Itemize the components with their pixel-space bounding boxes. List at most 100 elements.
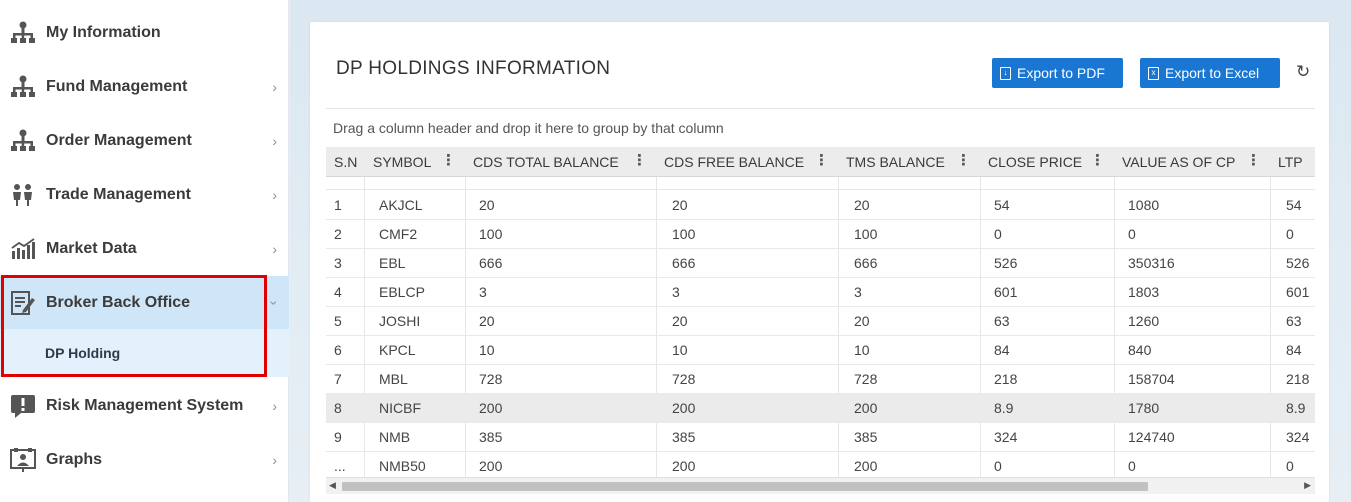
sidebar-item-my-information[interactable]: My Information bbox=[0, 6, 289, 60]
cell-ltp: 0 bbox=[1286, 226, 1294, 242]
cell-value-as-of-cp: 1803 bbox=[1128, 284, 1160, 300]
column-header-cds-free-balance[interactable]: CDS FREE BALANCE bbox=[664, 147, 804, 177]
column-header-sn[interactable]: S.N bbox=[334, 147, 357, 177]
cell-cds-total-balance: 10 bbox=[479, 342, 495, 358]
table-row[interactable]: 5 JOSHI 20 20 20 63 1260 63 bbox=[326, 307, 1315, 336]
cell-symbol: NICBF bbox=[379, 400, 421, 416]
sidebar-item-graphs[interactable]: Graphs › bbox=[0, 433, 289, 487]
sidebar-item-label: Risk Management System bbox=[46, 397, 244, 414]
cell-ltp: 601 bbox=[1286, 284, 1310, 300]
people-icon bbox=[10, 182, 36, 208]
cell-ltp: 84 bbox=[1286, 342, 1302, 358]
scroll-left-icon[interactable]: ◀ bbox=[329, 480, 336, 491]
cell-value-as-of-cp: 0 bbox=[1128, 226, 1136, 242]
column-header-close-price[interactable]: CLOSE PRICE bbox=[988, 147, 1082, 177]
cell-sn: 7 bbox=[334, 371, 342, 387]
cell-close-price: 8.9 bbox=[994, 400, 1014, 416]
bar-chart-icon bbox=[10, 236, 36, 262]
cell-cds-free-balance: 10 bbox=[672, 342, 688, 358]
cell-sn: 4 bbox=[334, 284, 342, 300]
cell-value-as-of-cp: 1780 bbox=[1128, 400, 1160, 416]
cell-close-price: 218 bbox=[994, 371, 1018, 387]
export-excel-button[interactable]: x Export to Excel bbox=[1140, 58, 1280, 88]
column-menu-icon[interactable]: ⋮ bbox=[814, 147, 829, 175]
table-row[interactable]: 9 NMB 385 385 385 324 124740 324 bbox=[326, 423, 1315, 452]
table-row[interactable]: 4 EBLCP 3 3 3 601 1803 601 bbox=[326, 278, 1315, 307]
cell-tms-balance: 200 bbox=[854, 400, 878, 416]
column-header-ltp[interactable]: LTP bbox=[1278, 147, 1303, 177]
cell-tms-balance: 3 bbox=[854, 284, 862, 300]
grid-header: S.N SYMBOL ⋮ CDS TOTAL BALANCE ⋮ CDS FRE… bbox=[326, 147, 1315, 177]
cell-cds-free-balance: 728 bbox=[672, 371, 696, 387]
table-row[interactable]: 3 EBL 666 666 666 526 350316 526 bbox=[326, 249, 1315, 278]
column-header-tms-balance[interactable]: TMS BALANCE bbox=[846, 147, 945, 177]
column-menu-icon[interactable]: ⋮ bbox=[632, 147, 647, 175]
column-header-cds-total-balance[interactable]: CDS TOTAL BALANCE bbox=[473, 147, 619, 177]
cell-close-price: 526 bbox=[994, 255, 1018, 271]
cell-symbol: NMB bbox=[379, 429, 411, 445]
scrollbar-thumb[interactable] bbox=[342, 482, 1148, 491]
cell-tms-balance: 728 bbox=[854, 371, 878, 387]
column-menu-icon[interactable]: ⋮ bbox=[1246, 147, 1261, 175]
scroll-right-icon[interactable]: ▶ bbox=[1304, 480, 1311, 491]
table-row[interactable]: 7 MBL 728 728 728 218 158704 218 bbox=[326, 365, 1315, 394]
table-row[interactable]: 8 NICBF 200 200 200 8.9 1780 8.9 bbox=[326, 394, 1315, 423]
column-header-value-as-of-cp[interactable]: VALUE AS OF CP bbox=[1122, 147, 1235, 177]
cell-close-price: 0 bbox=[994, 226, 1002, 242]
sidebar-subitem-label: DP Holding bbox=[45, 345, 121, 361]
cell-value-as-of-cp: 1080 bbox=[1128, 197, 1160, 213]
document-edit-icon bbox=[10, 290, 36, 316]
sidebar-item-label: Broker Back Office bbox=[46, 294, 191, 311]
cell-close-price: 601 bbox=[994, 284, 1018, 300]
cell-ltp: 324 bbox=[1286, 429, 1310, 445]
sidebar-item-label: Order Management bbox=[46, 132, 192, 149]
chevron-right-icon: › bbox=[272, 452, 277, 468]
table-row[interactable]: 2 CMF2 100 100 100 0 0 0 bbox=[326, 220, 1315, 249]
horizontal-scrollbar[interactable]: ◀ ▶ bbox=[326, 477, 1315, 494]
cell-tms-balance: 666 bbox=[854, 255, 878, 271]
table-row[interactable]: 6 KPCL 10 10 10 84 840 84 bbox=[326, 336, 1315, 365]
refresh-icon[interactable]: ↻ bbox=[1296, 62, 1310, 82]
cell-tms-balance: 10 bbox=[854, 342, 870, 358]
sidebar: My Information Fund Management › Order M… bbox=[0, 0, 289, 502]
chevron-right-icon: › bbox=[272, 133, 277, 149]
cell-ltp: 526 bbox=[1286, 255, 1310, 271]
export-excel-label: Export to Excel bbox=[1165, 65, 1260, 81]
column-header-symbol[interactable]: SYMBOL bbox=[373, 147, 431, 177]
cell-symbol: AKJCL bbox=[379, 197, 423, 213]
sidebar-item-label: Market Data bbox=[46, 240, 137, 257]
group-by-panel[interactable]: Drag a column header and drop it here to… bbox=[333, 120, 724, 136]
export-pdf-button[interactable]: ↓ Export to PDF bbox=[992, 58, 1123, 88]
sidebar-item-market-data[interactable]: Market Data › bbox=[0, 222, 289, 276]
column-menu-icon[interactable]: ⋮ bbox=[1090, 147, 1105, 175]
sidebar-subitem-dp-holding[interactable]: DP Holding bbox=[0, 329, 289, 377]
cell-cds-free-balance: 385 bbox=[672, 429, 696, 445]
chevron-right-icon: › bbox=[272, 241, 277, 257]
column-menu-icon[interactable]: ⋮ bbox=[441, 147, 456, 175]
page-title: DP HOLDINGS INFORMATION bbox=[336, 58, 611, 79]
dp-holdings-card: DP HOLDINGS INFORMATION ↓ Export to PDF … bbox=[310, 22, 1329, 502]
sidebar-item-trade-management[interactable]: Trade Management › bbox=[0, 168, 289, 222]
cell-tms-balance: 20 bbox=[854, 197, 870, 213]
cell-ltp: 218 bbox=[1286, 371, 1310, 387]
sidebar-item-fund-management[interactable]: Fund Management › bbox=[0, 60, 289, 114]
column-menu-icon[interactable]: ⋮ bbox=[956, 147, 971, 175]
cell-sn: 2 bbox=[334, 226, 342, 242]
cell-value-as-of-cp: 840 bbox=[1128, 342, 1152, 358]
cell-cds-total-balance: 200 bbox=[479, 400, 503, 416]
table-row[interactable]: 1 AKJCL 20 20 20 54 1080 54 bbox=[326, 191, 1315, 220]
sidebar-item-order-management[interactable]: Order Management › bbox=[0, 114, 289, 168]
org-chart-icon bbox=[10, 20, 36, 46]
sidebar-item-risk-management-system[interactable]: Risk Management System › bbox=[0, 379, 289, 433]
cell-cds-total-balance: 100 bbox=[479, 226, 503, 242]
cell-symbol: JOSHI bbox=[379, 313, 421, 329]
chevron-right-icon: › bbox=[272, 187, 277, 203]
cell-value-as-of-cp: 1260 bbox=[1128, 313, 1160, 329]
cell-sn: 3 bbox=[334, 255, 342, 271]
pdf-file-icon: ↓ bbox=[1000, 66, 1011, 80]
cell-close-price: 54 bbox=[994, 197, 1010, 213]
cell-symbol: EBL bbox=[379, 255, 406, 271]
sidebar-item-broker-back-office[interactable]: Broker Back Office › bbox=[0, 276, 289, 330]
cell-close-price: 324 bbox=[994, 429, 1018, 445]
cell-sn: 9 bbox=[334, 429, 342, 445]
